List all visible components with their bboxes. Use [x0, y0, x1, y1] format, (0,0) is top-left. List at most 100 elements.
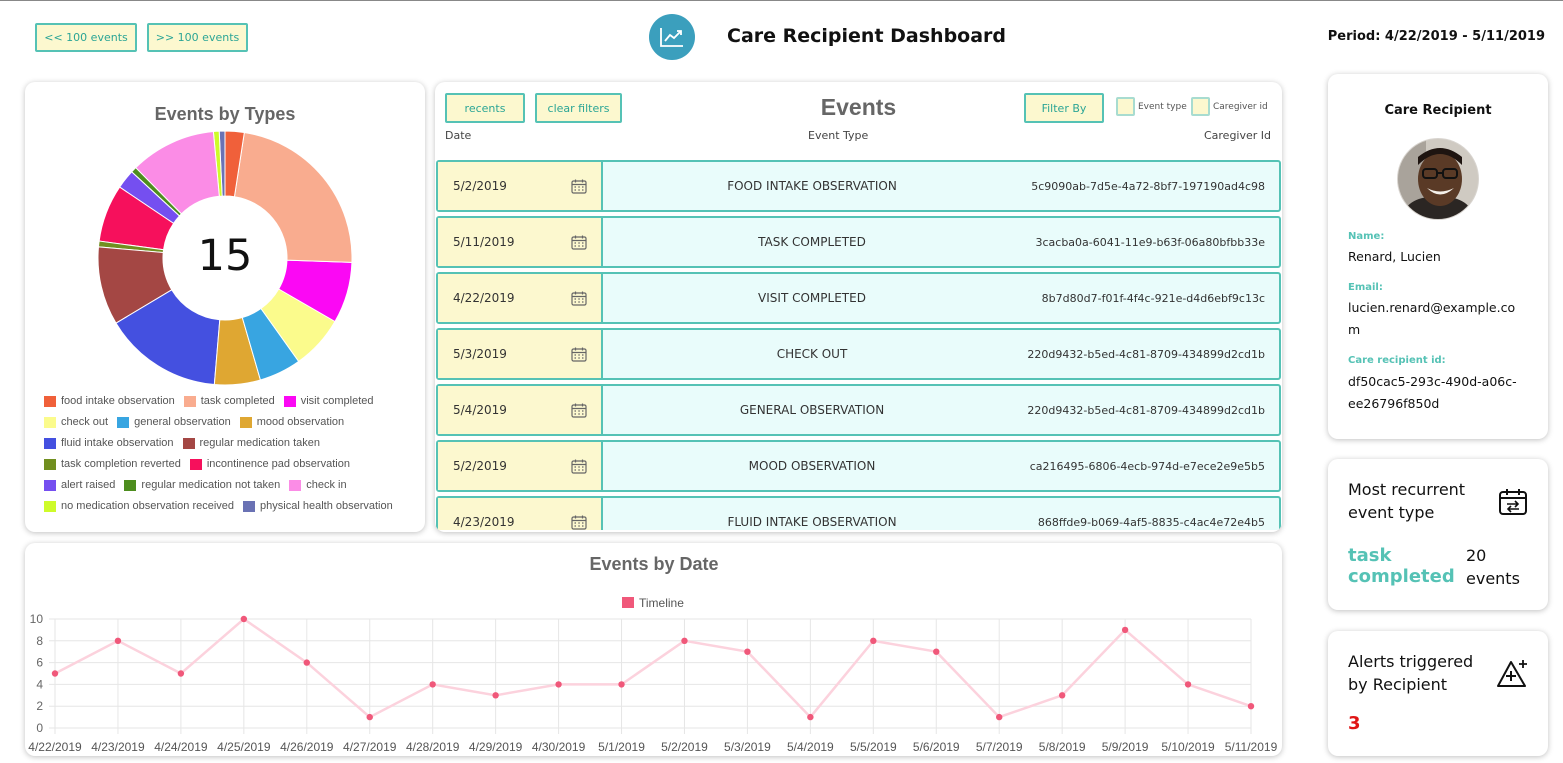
event-row[interactable]: 4/22/2019 VISIT COMPLETED 8b7d80d7-f01f-4f… — [436, 272, 1281, 324]
x-tick-label: 5/7/2019 — [976, 740, 1023, 754]
legend-item[interactable]: fluid intake observation — [44, 436, 174, 450]
legend-item[interactable]: no medication observation received — [44, 499, 234, 513]
recipient-email: lucien.renard@example.co m — [1348, 297, 1515, 341]
most-recurrent-title-line-1: Most recurrent — [1348, 480, 1466, 499]
legend-swatch — [44, 416, 56, 428]
legend-item[interactable]: physical health observation — [243, 499, 393, 513]
next-100-events-button[interactable]: >> 100 events — [147, 23, 248, 52]
timeline-point[interactable] — [51, 670, 59, 677]
calendar-icon[interactable] — [571, 515, 587, 530]
legend-label: task completed — [200, 395, 275, 407]
timeline-point[interactable] — [870, 637, 877, 644]
x-tick-label: 4/27/2019 — [343, 740, 397, 754]
alerts-title-line-1: Alerts triggered — [1348, 652, 1474, 671]
x-tick-label: 4/24/2019 — [154, 740, 208, 754]
timeline-point[interactable] — [555, 681, 562, 688]
timeline-point[interactable] — [1247, 703, 1255, 710]
legend-item[interactable]: check out — [44, 415, 108, 429]
caregiver-id-checkbox-box[interactable] — [1191, 97, 1210, 116]
legend-item[interactable]: check in — [289, 478, 347, 492]
legend-item[interactable]: visit completed — [283, 394, 374, 408]
trending-chart-logo-icon — [649, 14, 695, 60]
timeline-point[interactable] — [429, 681, 436, 688]
legend-item[interactable]: regular medication not taken — [124, 478, 280, 492]
legend-item[interactable]: task completed — [183, 394, 275, 408]
x-tick-label: 4/22/2019 — [28, 740, 82, 754]
event-date-cell[interactable]: 5/11/2019 — [438, 218, 603, 266]
legend-item[interactable]: task completion reverted — [44, 457, 181, 471]
event-type-checkbox-box[interactable] — [1116, 97, 1135, 116]
event-date: 4/22/2019 — [453, 291, 515, 305]
legend-label: general observation — [134, 416, 231, 428]
timeline-point[interactable] — [177, 670, 185, 677]
events-list[interactable]: 5/2/2019 FOOD INTAKE OBSERVATION 5c9090ab-… — [435, 160, 1282, 530]
event-date-cell[interactable]: 4/22/2019 — [438, 274, 603, 322]
most-recurrent-card: Most recurrent event type task completed… — [1328, 459, 1548, 610]
events-by-types-card: Events by Types 15 food intake observati… — [25, 82, 425, 532]
legend-item[interactable]: alert raised — [44, 478, 115, 492]
legend-swatch — [44, 458, 56, 470]
event-date-cell[interactable]: 5/4/2019 — [438, 386, 603, 434]
legend-item[interactable]: regular medication taken — [182, 436, 320, 450]
prev-100-events-button[interactable]: << 100 events — [35, 23, 137, 52]
calendar-icon[interactable] — [571, 179, 587, 194]
event-date: 5/11/2019 — [453, 235, 515, 249]
legend-label: food intake observation — [61, 395, 175, 407]
event-caregiver-id: 3cacba0a-6041-11e9-b63f-06a80bfbb33e — [1035, 235, 1265, 249]
event-row[interactable]: 5/11/2019 TASK COMPLETED 3cacba0a-6041-11e… — [436, 216, 1281, 268]
legend-swatch — [183, 395, 196, 407]
legend-swatch — [44, 479, 56, 491]
calendar-icon[interactable] — [571, 459, 587, 474]
event-date-cell[interactable]: 4/23/2019 — [438, 498, 603, 530]
filter-by-button[interactable]: Filter By — [1024, 93, 1104, 123]
event-row[interactable]: 5/2/2019 FOOD INTAKE OBSERVATION 5c9090ab-… — [436, 160, 1281, 212]
x-tick-label: 5/9/2019 — [1102, 740, 1149, 754]
most-recurrent-type-line-2: completed — [1348, 566, 1455, 587]
legend-item[interactable]: general observation — [117, 415, 231, 429]
event-date: 5/4/2019 — [453, 403, 507, 417]
legend-item[interactable]: mood observation — [239, 415, 345, 429]
calendar-icon[interactable] — [571, 403, 587, 418]
event-type-checkbox[interactable]: Event type — [1116, 97, 1187, 116]
event-type: CHECK OUT — [776, 347, 848, 361]
timeline-point[interactable] — [240, 615, 248, 623]
event-row[interactable]: 4/23/2019 FLUID INTAKE OBSERVATION 868ffde… — [436, 496, 1281, 530]
timeline-point[interactable] — [114, 637, 122, 644]
timeline-point[interactable] — [1058, 692, 1066, 699]
events-by-date-chart: Events by Date Timeline 0 2 4 6 8 10 4/22/2019… — [28, 554, 1277, 754]
timeline-point[interactable] — [744, 648, 751, 655]
event-date-cell[interactable]: 5/2/2019 — [438, 442, 603, 490]
legend-swatch — [44, 437, 56, 449]
x-tick-label: 4/28/2019 — [406, 740, 460, 754]
types-legend: food intake observation task completed vis… — [44, 394, 414, 513]
caregiver-id-checkbox[interactable]: Caregiver id — [1191, 97, 1268, 116]
event-date-cell[interactable]: 5/2/2019 — [438, 162, 603, 210]
timeline-point[interactable] — [1184, 681, 1192, 688]
calendar-icon[interactable] — [571, 347, 587, 362]
legend-item[interactable]: incontinence pad observation — [189, 457, 350, 471]
timeline-point[interactable] — [681, 637, 688, 644]
timeline-point[interactable] — [807, 713, 814, 721]
timeline-point[interactable] — [492, 692, 499, 699]
legend-item[interactable]: food intake observation — [44, 394, 175, 408]
x-tick-label: 5/2/2019 — [661, 740, 708, 754]
calendar-icon[interactable] — [571, 291, 587, 306]
timeline-point[interactable] — [933, 648, 940, 655]
x-tick-label: 4/26/2019 — [280, 740, 334, 754]
event-date-cell[interactable]: 5/3/2019 — [438, 330, 603, 378]
timeline-point[interactable] — [1121, 626, 1129, 634]
timeline-point[interactable] — [996, 713, 1003, 721]
event-row[interactable]: 5/3/2019 CHECK OUT 220d9432-b5ed-4c81-8709… — [436, 328, 1281, 380]
legend-swatch — [243, 500, 256, 512]
timeline-point[interactable] — [303, 659, 310, 666]
timeline-point[interactable] — [618, 681, 625, 688]
timeline-point[interactable] — [366, 713, 373, 721]
legend-swatch — [182, 437, 195, 449]
event-row[interactable]: 5/4/2019 GENERAL OBSERVATION 220d9432-b5ed… — [436, 384, 1281, 436]
event-row[interactable]: 5/2/2019 MOOD OBSERVATION ca216495-6806-4e… — [436, 440, 1281, 492]
calendar-icon[interactable] — [571, 235, 587, 250]
event-type: GENERAL OBSERVATION — [739, 403, 885, 417]
legend-label: mood observation — [256, 416, 345, 428]
timeline-legend-label: Timeline — [639, 596, 684, 610]
name-label: Name: — [1348, 231, 1385, 242]
